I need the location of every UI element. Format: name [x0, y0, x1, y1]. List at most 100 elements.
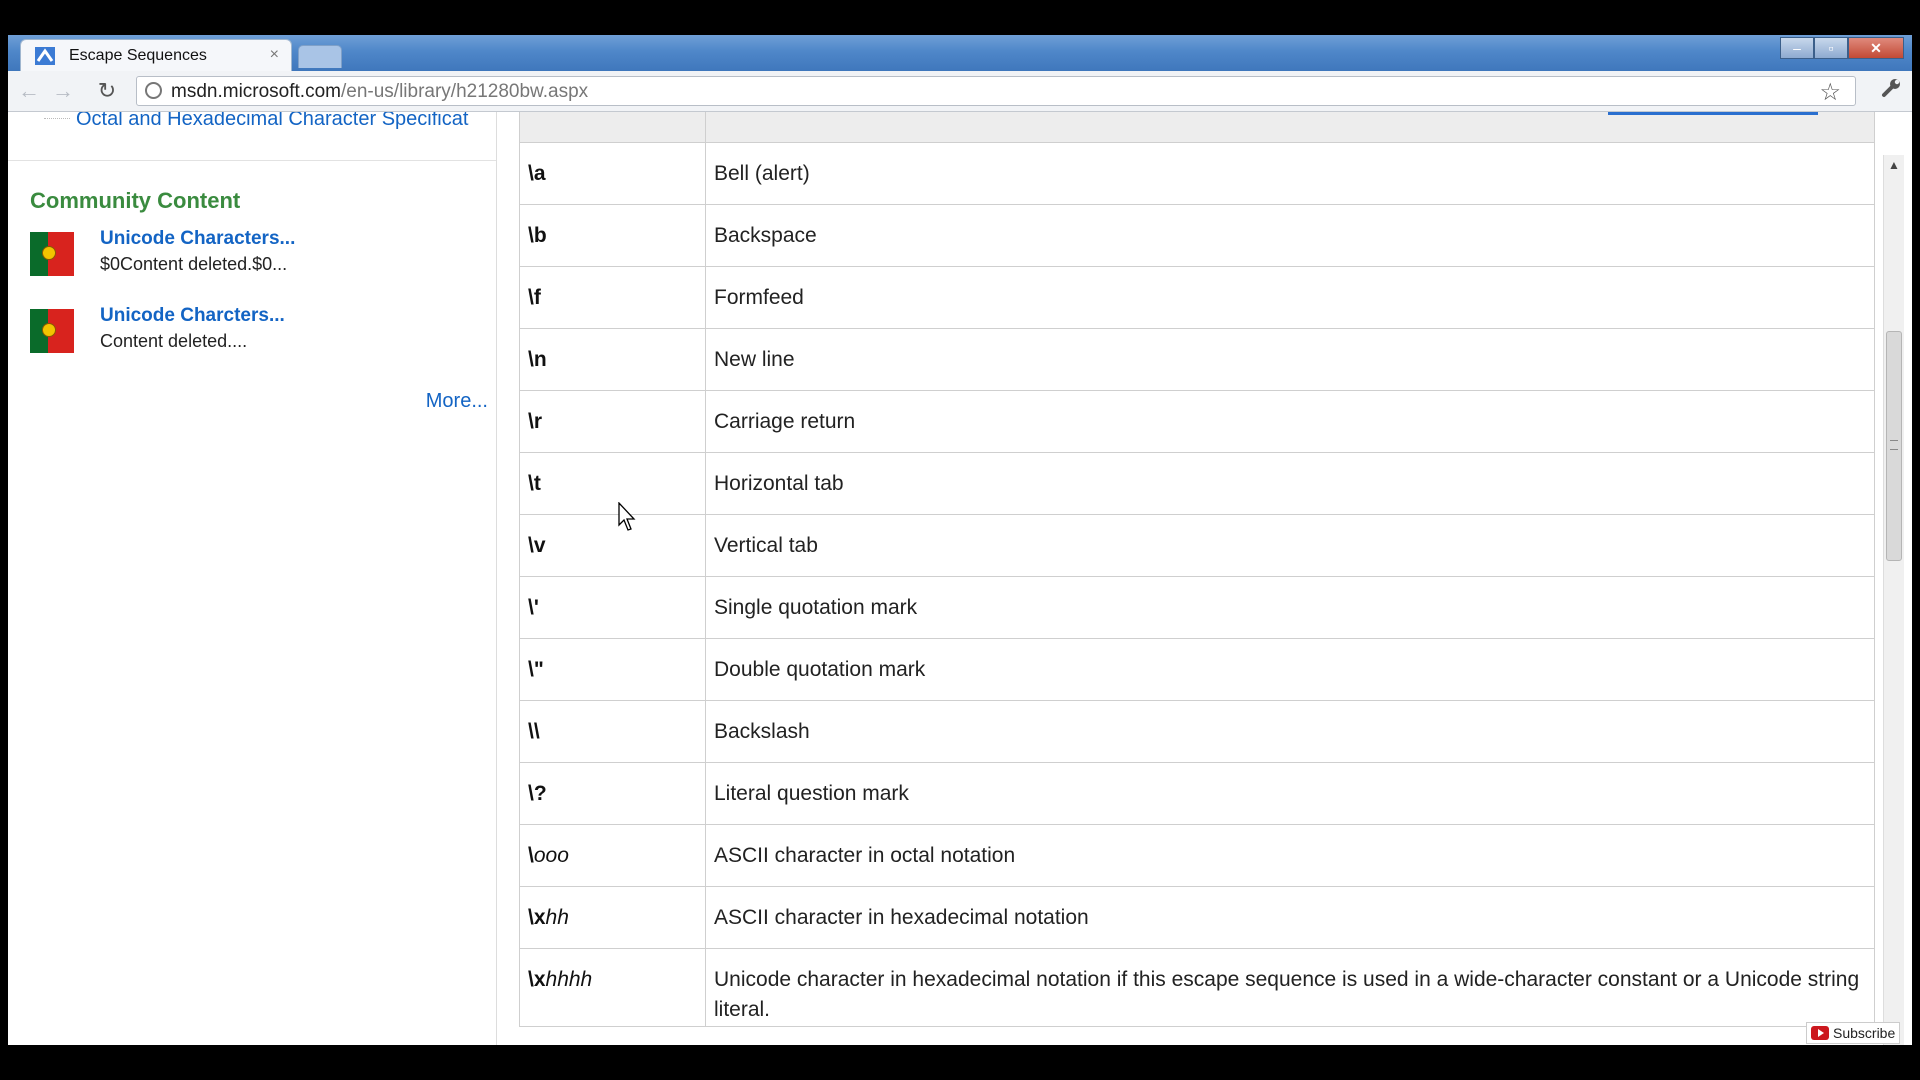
escape-sequence-table: \a Bell (alert) \b Backspace \f Formfeed \n New…: [519, 142, 1875, 1027]
table-row: \f Formfeed: [519, 266, 1875, 329]
table-row: \v Vertical tab: [519, 514, 1875, 577]
escape-description-cell: Double quotation mark: [705, 638, 1875, 701]
table-header-row: [519, 112, 1875, 142]
community-item-desc: $0Content deleted.$0...: [100, 254, 288, 274]
mouse-cursor-icon: [618, 502, 636, 531]
reload-icon[interactable]: ↻: [92, 77, 122, 105]
escape-description-cell: Carriage return: [705, 390, 1875, 453]
escape-sequence-placeholder: hh: [545, 905, 569, 929]
community-item-title[interactable]: Unicode Charcters...: [100, 305, 285, 327]
scrollbar-thumb[interactable]: [1886, 331, 1902, 561]
escape-description-cell: ASCII character in octal notation: [705, 824, 1875, 887]
escape-description-cell: ASCII character in hexadecimal notation: [705, 886, 1875, 949]
escape-sequence-cell: \a: [519, 142, 706, 205]
toc-link-octal-hex[interactable]: Octal and Hexadecimal Character Specific…: [76, 112, 496, 131]
address-bar[interactable]: msdn.microsoft.com/en-us/library/h21280b…: [136, 76, 1856, 106]
escape-description-cell: Single quotation mark: [705, 576, 1875, 639]
escape-sequence-cell: \r: [519, 390, 706, 453]
escape-description-cell: Bell (alert): [705, 142, 1875, 205]
browser-toolbar: ← → ↻ msdn.microsoft.com/en-us/library/h…: [8, 71, 1912, 112]
escape-sequence-code: \v: [528, 533, 546, 557]
maximize-button[interactable]: ▫: [1814, 37, 1848, 59]
new-tab-button[interactable]: [298, 45, 342, 68]
header-accent-line: [1608, 112, 1818, 115]
table-row: \a Bell (alert): [519, 142, 1875, 205]
community-item: Unicode Characters... $0Content deleted.…: [30, 228, 490, 278]
table-row: \b Backspace: [519, 204, 1875, 267]
tab-close-icon[interactable]: ×: [270, 46, 279, 64]
escape-sequence-cell: \ooo: [519, 824, 706, 887]
tab-escape-sequences[interactable]: Escape Sequences ×: [20, 39, 292, 71]
community-item-desc: Content deleted....: [100, 331, 248, 351]
url-text[interactable]: msdn.microsoft.com/en-us/library/h21280b…: [171, 81, 588, 103]
escape-description-cell: Formfeed: [705, 266, 1875, 329]
table-row: \ooo ASCII character in octal notation: [519, 824, 1875, 887]
page-info-icon[interactable]: [145, 82, 162, 99]
wrench-menu-icon[interactable]: [1876, 77, 1906, 105]
table-row: \t Horizontal tab: [519, 452, 1875, 515]
escape-sequence-code: \\: [528, 719, 540, 743]
escape-sequence-code: \x: [528, 968, 546, 991]
minimize-button[interactable]: –: [1780, 37, 1814, 59]
youtube-icon: [1811, 1026, 1829, 1040]
escape-sequence-cell: \f: [519, 266, 706, 329]
tab-title: Escape Sequences: [69, 47, 207, 64]
vertical-scrollbar[interactable]: ▲ ▼: [1883, 155, 1904, 1045]
url-host: msdn.microsoft.com: [171, 81, 341, 102]
back-arrow-icon[interactable]: ←: [14, 77, 44, 105]
escape-sequence-cell: \t: [519, 452, 706, 515]
escape-sequence-code: \b: [528, 223, 547, 247]
forward-arrow-icon[interactable]: →: [48, 77, 78, 105]
table-row: \xhhhh Unicode character in hexadecimal n…: [519, 948, 1875, 1027]
escape-sequence-cell: \\: [519, 700, 706, 763]
sidebar-divider: [8, 160, 496, 161]
escape-sequence-cell: \xhhhh: [519, 948, 706, 1027]
escape-description-cell: Backslash: [705, 700, 1875, 763]
community-item: Unicode Charcters... Content deleted....: [30, 305, 490, 355]
escape-description-cell: Backspace: [705, 204, 1875, 267]
escape-sequence-cell: \b: [519, 204, 706, 267]
escape-sequence-placeholder: hhhh: [545, 968, 593, 991]
escape-description-cell: Unicode character in hexadecimal notatio…: [705, 948, 1875, 1027]
community-item-title[interactable]: Unicode Characters...: [100, 228, 295, 250]
table-row: \\ Backslash: [519, 700, 1875, 763]
escape-sequence-cell: \': [519, 576, 706, 639]
escape-description-cell: Literal question mark: [705, 762, 1875, 825]
table-row: \r Carriage return: [519, 390, 1875, 453]
url-path: /en-us/library/h21280bw.aspx: [340, 81, 589, 102]
more-link[interactable]: More...: [426, 390, 488, 413]
msdn-favicon-icon: [35, 47, 55, 65]
table-row: \" Double quotation mark: [519, 638, 1875, 701]
scroll-up-arrow-icon[interactable]: ▲: [1884, 155, 1904, 175]
portugal-flag-icon[interactable]: [30, 309, 74, 353]
escape-sequence-code: \r: [528, 409, 543, 433]
subscribe-label: Subscribe: [1833, 1025, 1896, 1041]
escape-sequence-cell: \": [519, 638, 706, 701]
window-controls: – ▫ ✕: [1780, 37, 1904, 59]
escape-sequence-cell: \n: [519, 328, 706, 391]
escape-sequence-cell: \?: [519, 762, 706, 825]
tab-strip: Escape Sequences × – ▫ ✕: [8, 35, 1912, 71]
escape-sequence-code: \t: [528, 471, 541, 495]
subscribe-button[interactable]: Subscribe: [1806, 1022, 1901, 1044]
escape-sequence-code: \f: [528, 285, 541, 309]
escape-sequence-code: \': [528, 595, 539, 619]
close-window-button[interactable]: ✕: [1848, 37, 1904, 59]
escape-sequence-code: \n: [528, 347, 547, 371]
browser-window: Escape Sequences × – ▫ ✕ ← → ↻ msdn.micr…: [8, 35, 1912, 1045]
page-content: Octal and Hexadecimal Character Specific…: [8, 112, 1888, 1045]
escape-sequence-cell: \v: [519, 514, 706, 577]
escape-description-cell: Vertical tab: [705, 514, 1875, 577]
bookmark-star-icon[interactable]: ☆: [1819, 78, 1841, 107]
wrench-icon: [1882, 79, 1900, 97]
left-sidebar: Octal and Hexadecimal Character Specific…: [8, 112, 497, 1045]
toc-connector: [44, 118, 70, 119]
table-row: \xhh ASCII character in hexadecimal notat…: [519, 886, 1875, 949]
community-content-heading: Community Content: [30, 188, 241, 213]
portugal-flag-icon[interactable]: [30, 232, 74, 276]
table-row: \' Single quotation mark: [519, 576, 1875, 639]
escape-sequence-code: \a: [528, 161, 546, 185]
table-row: \? Literal question mark: [519, 762, 1875, 825]
escape-sequence-code: \x: [528, 905, 546, 929]
escape-description-cell: New line: [705, 328, 1875, 391]
